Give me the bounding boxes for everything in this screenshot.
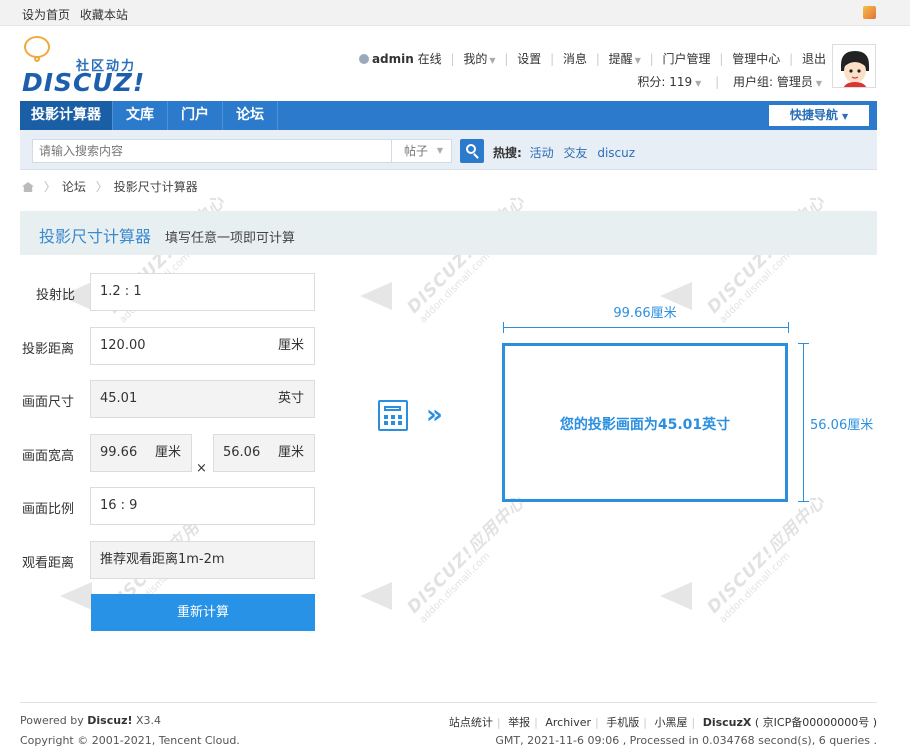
hot-search-item[interactable]: discuz (597, 146, 635, 160)
user-stats: 积分: 119 ▼ | 用户组: 管理员 ▼ (637, 75, 822, 89)
set-home-link[interactable]: 设为首页 (22, 8, 70, 22)
discuz-link[interactable]: Discuz! (87, 714, 132, 727)
calculator-icon (378, 400, 408, 431)
aspect-ratio-label: 画面比例 (22, 502, 75, 517)
watermark: DISCUZ!应用中心addon.dismall.com (703, 491, 830, 626)
top-bar: 设为首页 收藏本站 (0, 0, 910, 26)
quick-nav-button[interactable]: 快捷导航 ▼ (769, 105, 869, 126)
aspect-ratio-input[interactable]: 16 : 9 (90, 487, 315, 525)
watermark: DISCUZ!应用中心addon.dismall.com (403, 491, 530, 626)
user-group-menu[interactable]: 用户组: 管理员 (733, 75, 813, 89)
portal-admin-link[interactable]: 门户管理 (663, 52, 711, 66)
powered-by: Powered by Discuz! X3.4 (20, 714, 162, 727)
bookmark-link[interactable]: 收藏本站 (80, 8, 128, 22)
site-logo[interactable]: 社区动力 DISCUZ! (22, 36, 152, 97)
width-unit: 厘米 (154, 445, 181, 460)
search-input[interactable]: 请输入搜索内容 (32, 139, 392, 163)
screen-size-unit: 英寸 (277, 391, 304, 406)
preview-result-text: 您的投影画面为45.01英寸 (559, 417, 731, 433)
page-title: 投影尺寸计算器 (39, 227, 152, 246)
breadcrumb: 〉论坛 〉投影尺寸计算器 (22, 178, 198, 195)
distance-unit: 厘米 (277, 338, 304, 353)
preview-width-label: 99.66厘米 (613, 306, 677, 321)
icp-link[interactable]: ( 京ICP备00000000号 ) (755, 716, 877, 729)
notifications-link[interactable]: 提醒 (609, 52, 633, 66)
user-menu: admin 在线 | 我的 ▼ | 设置 | 消息 | 提醒 ▼ | 门户管理 | … (358, 50, 826, 67)
chevron-down-icon: ▼ (695, 79, 702, 88)
footer-divider (20, 702, 877, 703)
times-sign: × (196, 461, 207, 476)
main-nav: 投影计算器 文库 门户 论坛 快捷导航 ▼ (20, 101, 877, 130)
search-button[interactable] (460, 139, 484, 163)
copyright: Copyright © 2001-2021, Tencent Cloud. (20, 734, 240, 747)
projection-preview: 您的投影画面为45.01英寸 (502, 343, 788, 502)
footer-links: 站点统计 | 举报 | Archiver | 手机版 | 小黑屋 | DiscuzX ( … (448, 716, 877, 729)
footer-brand-link[interactable]: DiscuzX (703, 716, 752, 729)
user-icon (358, 54, 369, 64)
speech-bubble-icon (24, 36, 50, 58)
style-switch-icon[interactable] (863, 6, 876, 19)
hot-search-label: 热搜: (493, 146, 522, 160)
viewing-distance-value: 推荐观看距离1m-2m (90, 541, 315, 579)
footer-link-stats[interactable]: 站点统计 (449, 716, 493, 729)
chevron-down-icon: ▼ (489, 56, 496, 65)
admin-center-link[interactable]: 管理中心 (732, 52, 780, 66)
avatar-image (833, 45, 875, 87)
calculator-header: 投影尺寸计算器 填写任意一项即可计算 (20, 211, 877, 255)
my-menu[interactable]: 我的 (463, 52, 487, 66)
height-input[interactable]: 56.06 厘米 (213, 434, 315, 472)
footer-link-archiver[interactable]: Archiver (545, 716, 591, 729)
page-subtitle: 填写任意一项即可计算 (165, 231, 296, 246)
viewing-distance-label: 观看距离 (22, 556, 75, 571)
chevron-down-icon: ▼ (436, 146, 443, 155)
search-type-select[interactable]: 帖子 ▼ (392, 139, 452, 163)
search-bar: 请输入搜索内容 帖子 ▼ 热搜: 活动 交友 discuz (20, 130, 877, 170)
breadcrumb-current: 投影尺寸计算器 (113, 180, 198, 194)
footer-link-report[interactable]: 举报 (508, 716, 530, 729)
breadcrumb-forum[interactable]: 论坛 (62, 180, 86, 194)
nav-item-forum[interactable]: 论坛 (223, 101, 278, 130)
nav-item-library[interactable]: 文库 (113, 101, 168, 130)
double-chevron-right-icon: » (426, 400, 443, 430)
points-menu[interactable]: 积分: 119 (637, 75, 692, 89)
nav-item-portal[interactable]: 门户 (168, 101, 223, 130)
width-input[interactable]: 99.66 厘米 (90, 434, 192, 472)
height-unit: 厘米 (277, 445, 304, 460)
processing-info: GMT, 2021-11-6 09:06 , Processed in 0.03… (495, 734, 877, 747)
home-icon[interactable] (22, 182, 34, 192)
distance-input[interactable]: 120.00 厘米 (90, 327, 315, 365)
throw-ratio-input[interactable]: 1.2 : 1 (90, 273, 315, 311)
online-status: 在线 (417, 52, 442, 66)
width-dimension-line (503, 322, 789, 333)
hot-searches: 热搜: 活动 交友 discuz (493, 144, 641, 161)
chevron-down-icon: ▼ (815, 79, 822, 88)
footer-link-blackroom[interactable]: 小黑屋 (654, 716, 687, 729)
screen-size-label: 画面尺寸 (22, 395, 75, 410)
avatar[interactable] (832, 44, 876, 88)
hot-search-item[interactable]: 活动 (530, 146, 554, 160)
chevron-down-icon: ▼ (634, 56, 641, 65)
distance-label: 投影距离 (22, 342, 75, 357)
screen-size-input[interactable]: 45.01 英寸 (90, 380, 315, 418)
nav-item-calculator[interactable]: 投影计算器 (20, 101, 113, 130)
logout-link[interactable]: 退出 (802, 52, 826, 66)
hot-search-item[interactable]: 交友 (563, 146, 587, 160)
footer-link-mobile[interactable]: 手机版 (606, 716, 639, 729)
recalculate-button[interactable]: 重新计算 (91, 594, 315, 631)
messages-link[interactable]: 消息 (563, 52, 587, 66)
width-height-label: 画面宽高 (22, 449, 75, 464)
throw-ratio-label: 投射比 (36, 288, 76, 303)
caret-down-icon: ▼ (842, 112, 849, 121)
username-link[interactable]: admin (372, 52, 414, 66)
height-dimension-line (798, 343, 809, 502)
preview-height-label: 56.06厘米 (810, 418, 874, 433)
logo-text: DISCUZ! (22, 68, 146, 97)
settings-link[interactable]: 设置 (517, 52, 541, 66)
